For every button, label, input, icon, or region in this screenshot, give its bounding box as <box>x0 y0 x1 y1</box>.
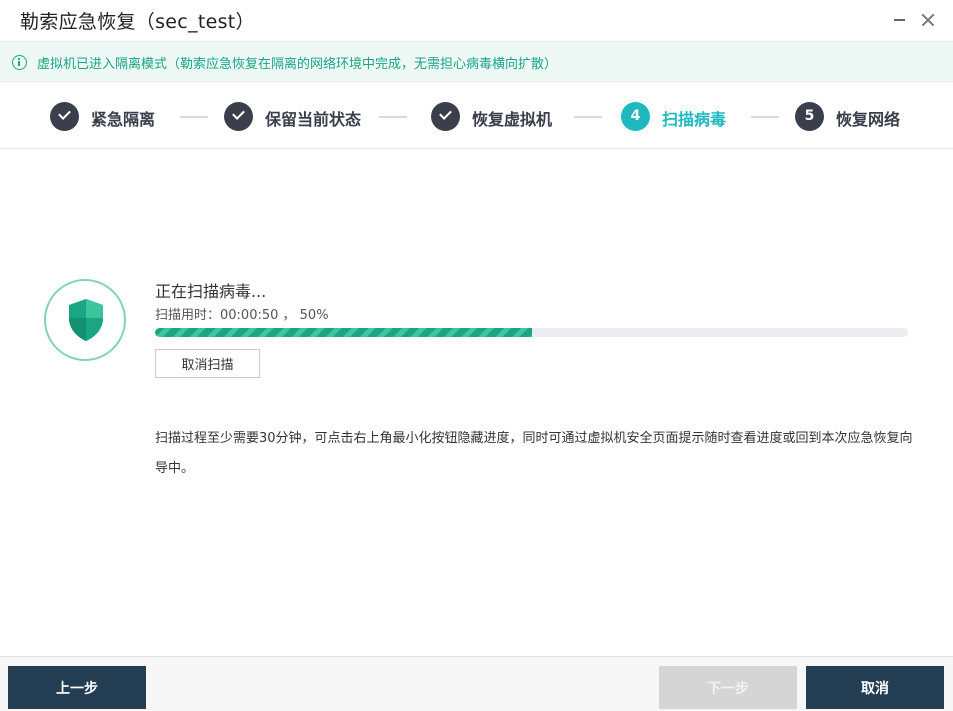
step-done-badge <box>50 102 79 131</box>
title-bar: 勒索应急恢复（sec_test） <box>0 0 953 41</box>
window-title: 勒索应急恢复（sec_test） <box>20 11 255 33</box>
step-connector <box>379 116 407 118</box>
step-label: 恢复网络 <box>836 110 901 129</box>
step-connector <box>751 116 779 118</box>
step-label: 恢复虚拟机 <box>472 110 553 129</box>
close-icon[interactable] <box>916 8 940 32</box>
scan-hint-text: 扫描过程至少需要30分钟，可点击右上角最小化按钮隐藏进度，同时可通过虚拟机安全页… <box>155 431 913 476</box>
shield-badge <box>44 279 126 361</box>
notice-text: 虚拟机已进入隔离模式（勒索应急恢复在隔离的网络环境中完成，无需担心病毒横向扩散） <box>37 57 558 72</box>
info-icon <box>12 55 27 70</box>
step-number-badge: 5 <box>795 102 824 131</box>
footer-bar: 上一步 下一步 取消 <box>0 656 953 711</box>
step-connector <box>180 116 208 118</box>
step-connector <box>574 116 602 118</box>
step-number-badge: 4 <box>621 102 650 131</box>
step-label: 保留当前状态 <box>265 110 362 129</box>
check-icon <box>439 107 452 120</box>
scan-progress-bar <box>155 328 908 337</box>
cancel-scan-button[interactable]: 取消扫描 <box>155 349 260 378</box>
cancel-button[interactable]: 取消 <box>806 666 944 709</box>
shield-icon <box>69 299 103 341</box>
step-done-badge <box>431 102 460 131</box>
step-label: 扫描病毒 <box>662 110 727 129</box>
scan-status-title: 正在扫描病毒... <box>155 282 267 301</box>
scan-elapsed-text: 扫描用时：00:00:50 ， 50% <box>155 308 329 323</box>
minimize-icon[interactable] <box>887 8 911 32</box>
next-step-button[interactable]: 下一步 <box>659 666 797 709</box>
step-done-badge <box>224 102 253 131</box>
check-icon <box>58 107 71 120</box>
wizard-steps: 紧急隔离 保留当前状态 恢复虚拟机 4 扫描病毒 5 恢复网络 <box>0 83 953 149</box>
scan-progress-fill <box>155 328 532 337</box>
step-label: 紧急隔离 <box>91 110 156 129</box>
check-icon <box>232 107 245 120</box>
recovery-window: 勒索应急恢复（sec_test） 虚拟机已进入隔离模式（勒索应急恢复在隔离的网络… <box>0 0 953 711</box>
prev-step-button[interactable]: 上一步 <box>8 666 146 709</box>
isolation-notice: 虚拟机已进入隔离模式（勒索应急恢复在隔离的网络环境中完成，无需担心病毒横向扩散） <box>0 41 953 82</box>
